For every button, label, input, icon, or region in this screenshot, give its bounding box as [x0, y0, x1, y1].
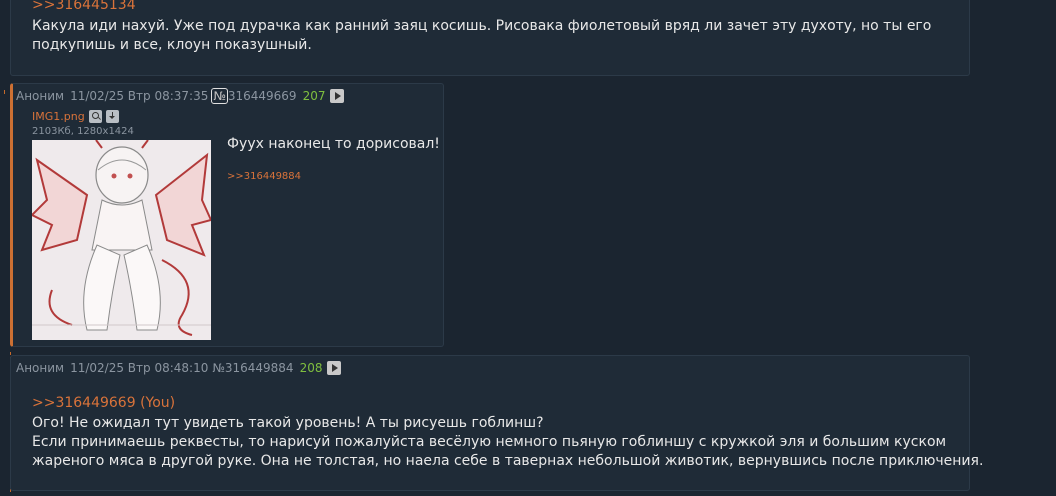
- post-number-link[interactable]: №: [211, 88, 228, 104]
- thread-page: >>316445134 Какула иди нахуй. Уже под ду…: [0, 0, 1056, 496]
- post-counter: 208: [299, 361, 323, 375]
- post-line: жареного мяса в другой руке. Она не толс…: [32, 453, 984, 469]
- file-link[interactable]: IMG1.png: [32, 110, 119, 123]
- post-header: Аноним 11/02/25 Втр 08:37:35 № 316449669…: [16, 88, 345, 104]
- drawing-illustration: [32, 140, 211, 340]
- poster-name: Аноним: [16, 361, 65, 375]
- post-line: Какула иди нахуй. Уже под дурачка как ра…: [32, 18, 932, 34]
- thread-tree-line: [4, 90, 6, 94]
- poster-name: Аноним: [16, 89, 65, 103]
- play-icon[interactable]: [330, 89, 345, 103]
- post-header: Аноним 11/02/25 Втр 08:48:10 №316449884 …: [16, 360, 342, 376]
- image-thumbnail[interactable]: [32, 140, 211, 340]
- post-line: Фуух наконец то дорисовал!: [227, 136, 440, 152]
- post-date: 11/02/25 Втр 08:37:35: [70, 89, 209, 103]
- post-date: 11/02/25 Втр 08:48:10: [70, 361, 209, 375]
- post-line: подкупишь и все, клоун показушный.: [32, 37, 312, 53]
- play-icon[interactable]: [327, 361, 342, 375]
- post-number[interactable]: №316449884: [212, 361, 293, 375]
- file-name[interactable]: IMG1.png: [32, 110, 85, 123]
- file-info: 2103Кб, 1280x1424: [32, 126, 134, 137]
- post-body: Фуух наконец то дорисовал!: [227, 135, 440, 154]
- post-number[interactable]: 316449669: [228, 89, 297, 103]
- download-icon[interactable]: [105, 110, 119, 123]
- search-icon[interactable]: [88, 110, 102, 123]
- post-body: Какула иди нахуй. Уже под дурачка как ра…: [32, 17, 931, 55]
- post-counter: 207: [302, 89, 326, 103]
- post-line: Ого! Не ожидал тут увидеть такой уровень…: [32, 415, 544, 431]
- reply-link[interactable]: >>316445134: [32, 0, 136, 13]
- reply-reference-link[interactable]: >>316449884: [227, 171, 301, 182]
- post-line: Если принимаешь реквесты, то нарисуй пож…: [32, 434, 947, 450]
- post-body: Ого! Не ожидал тут увидеть такой уровень…: [32, 414, 983, 471]
- reply-link[interactable]: >>316449669 (You): [32, 395, 175, 411]
